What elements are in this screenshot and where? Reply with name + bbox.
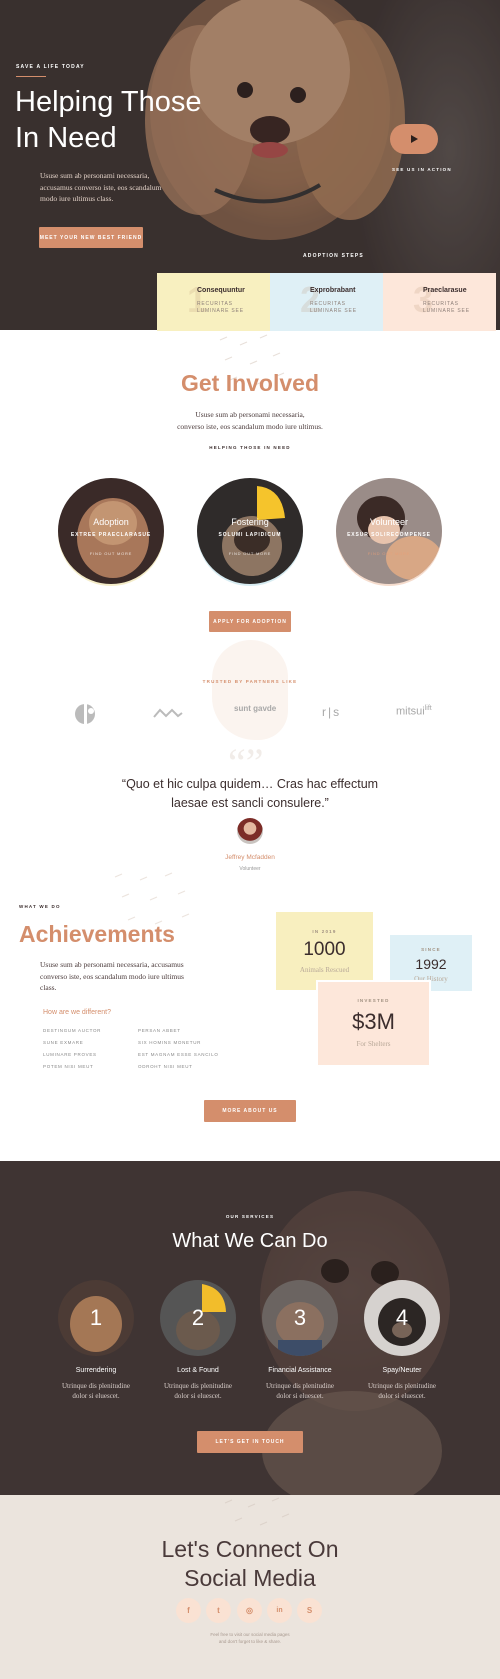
fostering-card[interactable]: Fostering SOLUMI LAPIDICUM FIND OUT MORE: [197, 478, 303, 584]
get-involved-body: Ususe sum ab personami necessaria, conve…: [177, 410, 323, 431]
adoption-step-2[interactable]: 2 Exprobrabant RECURITAS LUMINARE SEE: [270, 273, 383, 331]
eyebrow-divider: [16, 76, 46, 77]
hero-title-line1: Helping Those: [15, 86, 202, 118]
adoption-steps-label: ADOPTION STEPS: [303, 253, 364, 259]
step-sub: RECURITAS LUMINARE SEE: [423, 301, 470, 314]
step-title: Consequuntur: [197, 287, 245, 294]
service-title: Spay/Neuter: [382, 1367, 422, 1374]
find-out-more-link[interactable]: FIND OUT MORE: [336, 551, 442, 556]
find-out-more-link[interactable]: FIND OUT MORE: [58, 551, 164, 556]
adoption-step-3[interactable]: 3 Praeclarasue RECURITAS LUMINARE SEE: [383, 273, 496, 331]
avatar: [237, 818, 263, 844]
service-lost-found[interactable]: 2: [160, 1280, 236, 1356]
service-desc: Utrinque dis plenitudine dolor si eluesce…: [163, 1382, 233, 1400]
see-us-in-action-label: SEE US IN ACTION: [392, 167, 452, 172]
testimonial-quote: “Quo et hic culpa quidem… Cras hac effec…: [121, 777, 379, 810]
play-icon: [411, 135, 418, 143]
achievements-body: Ususe sum ab personami necessaria, accus…: [40, 960, 184, 992]
how-different-title: How are we different?: [43, 1009, 111, 1016]
achievements-title: Achievements: [19, 921, 175, 947]
diff-item: PERSAN ABBET: [138, 1028, 181, 1033]
more-about-us-button[interactable]: MORE ABOUT US: [204, 1100, 296, 1122]
service-financial[interactable]: 3: [262, 1280, 338, 1356]
step-sub: RECURITAS LUMINARE SEE: [197, 301, 244, 314]
decorative-dashes: [224, 1497, 290, 1526]
card-sub: EXSUR SOLIRECOMPENSE: [347, 532, 431, 538]
stat-value: 1000: [303, 939, 346, 960]
service-spay-neuter[interactable]: 4: [364, 1280, 440, 1356]
get-in-touch-button[interactable]: LET'S GET IN TOUCH: [197, 1431, 303, 1453]
social-title: Let's Connect On Social Media: [161, 1536, 339, 1591]
ampersand-logo: sunt gavde: [234, 704, 277, 713]
service-desc: Utrinque dis plenitudine dolor si eluesce…: [61, 1382, 131, 1400]
decorative-blob: [212, 640, 288, 740]
hero-body: Ususe sum ab personami necessaria, accus…: [40, 171, 162, 203]
wave-logo: [153, 708, 183, 718]
linkedin-icon[interactable]: in: [267, 1598, 292, 1623]
card-title: Volunteer: [369, 517, 409, 527]
diff-item: SUNE EXMARE: [43, 1040, 84, 1045]
hero-eyebrow: SAVE A LIFE TODAY: [16, 64, 85, 70]
meet-best-friend-button[interactable]: MEET YOUR NEW BEST FRIEND: [39, 227, 143, 248]
diff-item: POTEM NISI MEUT: [43, 1064, 94, 1069]
service-desc: Utrinque dis plenitudine dolor si eluesce…: [367, 1382, 437, 1400]
testimonial-role: Volunteer: [239, 866, 261, 872]
service-surrendering[interactable]: 1: [58, 1280, 134, 1356]
adoption-step-1[interactable]: 1 Consequuntur RECURITAS LUMINARE SEE: [157, 273, 270, 331]
apply-for-adoption-button[interactable]: APPLY FOR ADOPTION: [209, 611, 291, 632]
diff-item: DESTINGUM AUCTOR: [43, 1028, 102, 1033]
stat-value: 1992: [415, 956, 447, 972]
facebook-icon[interactable]: f: [176, 1598, 201, 1623]
adoption-card[interactable]: Adoption EXTREE PRAECLARASUE FIND OUT MO…: [58, 478, 164, 584]
skype-icon[interactable]: S: [297, 1598, 322, 1623]
step-title: Praeclarasue: [423, 287, 467, 294]
mitsui-logo: mitsuilift: [396, 705, 432, 718]
service-number: 2: [191, 1305, 205, 1330]
service-number: 3: [293, 1305, 307, 1330]
rs-logo: r|s: [322, 705, 342, 719]
what-we-do-eyebrow: WHAT WE DO: [19, 904, 61, 909]
services-title: What We Can Do: [172, 1230, 328, 1252]
testimonial-name: Jeffrey Mcfadden: [225, 854, 275, 861]
instagram-icon[interactable]: ◎: [237, 1598, 262, 1623]
quote-mark-icon: “”: [228, 740, 264, 785]
service-title: Financial Assistance: [268, 1367, 332, 1374]
social-note: Feel free to visit our social media page…: [210, 1632, 290, 1644]
volunteer-card[interactable]: Volunteer EXSUR SOLIRECOMPENSE FIND OUT …: [336, 478, 442, 584]
stat-card-invested: INVESTED $3M For Shelters: [318, 982, 429, 1065]
hero-title-line2: In Need: [15, 122, 117, 154]
find-out-more-link[interactable]: FIND OUT MORE: [197, 551, 303, 556]
trusted-by-label: TRUSTED BY PARTNERS LIKE: [202, 679, 298, 684]
service-number: 1: [89, 1305, 103, 1330]
play-video-button[interactable]: [390, 124, 438, 154]
service-title: Lost & Found: [177, 1367, 219, 1374]
service-desc: Utrinque dis plenitudine dolor si eluesce…: [265, 1382, 335, 1400]
diff-item: ODROHT NISI MEUT: [138, 1064, 193, 1069]
card-sub: EXTREE PRAECLARASUE: [70, 532, 152, 538]
card-title: Adoption: [93, 517, 129, 527]
circle-logo: [75, 703, 95, 725]
diff-item: SIX HOMINS MONETUR: [138, 1040, 202, 1045]
diff-item: EST MAGNAM ESSE SANCILO: [138, 1052, 219, 1057]
card-title: Fostering: [231, 517, 269, 527]
our-services-eyebrow: OUR SERVICES: [225, 1214, 275, 1219]
helping-eyebrow: HELPING THOSE IN NEED: [209, 445, 291, 450]
get-involved-title: Get Involved: [180, 370, 320, 396]
step-title: Exprobrabant: [310, 287, 356, 294]
diff-item: LUMINARE PROVES: [43, 1052, 97, 1057]
service-number: 4: [395, 1305, 409, 1330]
stat-card-rescued: IN 2019 1000 Animals Rescued: [276, 912, 373, 990]
card-sub: SOLUMI LAPIDICUM: [218, 532, 282, 538]
step-sub: RECURITAS LUMINARE SEE: [310, 301, 357, 314]
twitter-icon[interactable]: t: [206, 1598, 231, 1623]
stat-value: $3M: [352, 1009, 395, 1034]
hero-title: Helping Those In Need: [15, 84, 201, 156]
service-title: Surrendering: [75, 1367, 117, 1374]
